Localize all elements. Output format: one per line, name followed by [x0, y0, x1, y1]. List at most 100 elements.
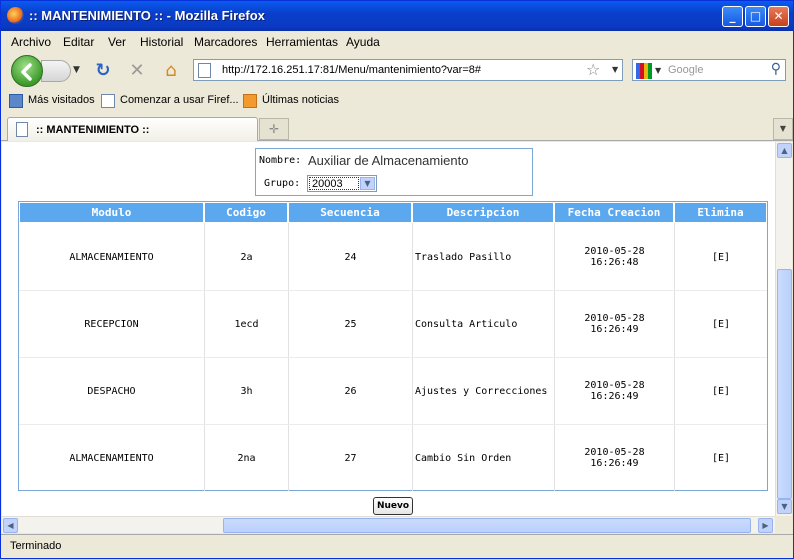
- maximize-button[interactable]: □: [745, 6, 766, 27]
- back-arrow-icon: [21, 63, 32, 81]
- cell-modulo: ALMACENAMIENTO: [69, 452, 154, 464]
- cell-codigo: 1ecd: [234, 318, 259, 330]
- new-tab-button[interactable]: ✛: [259, 118, 289, 140]
- vertical-scrollbar[interactable]: ▲ ▼: [775, 142, 792, 516]
- tab-list-dropdown-icon[interactable]: ▼: [773, 118, 793, 140]
- engine-dropdown-icon[interactable]: ▼: [655, 66, 661, 75]
- scroll-up-icon[interactable]: ▲: [777, 143, 792, 158]
- chevron-down-icon[interactable]: ▼: [360, 177, 375, 190]
- browser-window: :: MANTENIMIENTO :: - Mozilla Firefox _ …: [0, 0, 794, 559]
- horizontal-scroll-thumb[interactable]: [223, 518, 751, 533]
- fecha-date: 2010-05-28: [584, 313, 645, 324]
- modules-table: Modulo Codigo Secuencia Descripcion Fech…: [18, 201, 768, 491]
- url-text[interactable]: http://172.16.251.17:81/Menu/mantenimien…: [222, 64, 481, 76]
- grupo-select[interactable]: 20003 ▼: [307, 175, 377, 192]
- cell-descripcion: Ajustes y Correcciones: [415, 385, 548, 397]
- table-row: RECEPCION 1ecd 25 Consulta Articulo 2010…: [19, 291, 767, 357]
- delete-link[interactable]: [E]: [675, 358, 767, 424]
- menu-editar[interactable]: Editar: [63, 35, 94, 49]
- vertical-scroll-thumb[interactable]: [777, 269, 792, 499]
- fecha-time: 16:26:49: [590, 391, 639, 402]
- nombre-label: Nombre:: [259, 155, 302, 166]
- cell-modulo: RECEPCION: [84, 318, 139, 330]
- table-header: Modulo Codigo Secuencia Descripcion Fech…: [19, 202, 767, 223]
- fecha-date: 2010-05-28: [584, 380, 645, 391]
- navigation-toolbar: ▼ ↻ ✕ ⌂ http://172.16.251.17:81/Menu/man…: [1, 51, 793, 89]
- tab-mantenimiento[interactable]: :: MANTENIMIENTO ::: [7, 117, 258, 141]
- window-title: :: MANTENIMIENTO :: - Mozilla Firefox: [29, 8, 265, 23]
- cell-fecha-creacion: 2010-05-28 16:26:49: [555, 358, 674, 424]
- rss-feed-icon: [243, 94, 257, 108]
- bookmark-latest-news[interactable]: Últimas noticias: [262, 94, 339, 106]
- cell-modulo: DESPACHO: [87, 385, 136, 397]
- cell-descripcion: Traslado Pasillo: [415, 251, 512, 263]
- page-icon: [198, 63, 211, 78]
- scroll-down-icon[interactable]: ▼: [777, 499, 792, 514]
- forward-button[interactable]: [41, 60, 71, 82]
- firefox-icon: [7, 7, 24, 24]
- delete-link[interactable]: [E]: [675, 291, 767, 357]
- bookmarks-toolbar: Más visitados Comenzar a usar Firef... Ú…: [1, 90, 793, 112]
- page-content: Nombre: Auxiliar de Almacenamiento Grupo…: [2, 142, 775, 516]
- grupo-selected-value: 20003: [309, 177, 359, 190]
- tab-bar: :: MANTENIMIENTO :: ✛ ▼: [1, 114, 793, 141]
- reload-icon[interactable]: ↻: [93, 61, 113, 81]
- cell-secuencia: 24: [344, 251, 357, 263]
- grupo-label: Grupo:: [264, 178, 301, 189]
- most-visited-icon: [9, 94, 23, 108]
- bookmark-getting-started[interactable]: Comenzar a usar Firef...: [120, 94, 239, 106]
- cell-secuencia: 27: [344, 452, 357, 464]
- user-info-box: Nombre: Auxiliar de Almacenamiento Grupo…: [255, 148, 533, 196]
- header-elimina: Elimina: [675, 203, 766, 222]
- header-modulo: Modulo: [20, 203, 203, 222]
- horizontal-scrollbar[interactable]: ◀ ▶: [2, 516, 775, 533]
- cell-modulo: ALMACENAMIENTO: [69, 251, 154, 263]
- menu-archivo[interactable]: Archivo: [11, 35, 51, 49]
- cell-codigo: 3h: [240, 385, 253, 397]
- close-button[interactable]: ✕: [768, 6, 789, 27]
- minimize-button[interactable]: _: [722, 6, 743, 27]
- table-row: ALMACENAMIENTO 2a 24 Traslado Pasillo 20…: [19, 224, 767, 290]
- bookmark-most-visited[interactable]: Más visitados: [28, 94, 95, 106]
- fecha-time: 16:26:49: [590, 324, 639, 335]
- scrollbar-corner: [775, 516, 792, 533]
- title-bar: :: MANTENIMIENTO :: - Mozilla Firefox _ …: [1, 1, 793, 31]
- scroll-left-icon[interactable]: ◀: [3, 518, 18, 533]
- cell-secuencia: 26: [344, 385, 357, 397]
- nuevo-button[interactable]: Nuevo: [373, 497, 413, 515]
- header-descripcion: Descripcion: [413, 203, 553, 222]
- search-box[interactable]: ▼ Google ⚲: [632, 59, 786, 81]
- menu-herramientas[interactable]: Herramientas: [266, 35, 338, 49]
- address-bar[interactable]: http://172.16.251.17:81/Menu/mantenimien…: [193, 59, 623, 81]
- tab-label: :: MANTENIMIENTO ::: [36, 124, 150, 136]
- menu-marcadores[interactable]: Marcadores: [194, 35, 257, 49]
- status-text: Terminado: [10, 540, 62, 552]
- cell-fecha-creacion: 2010-05-28 16:26:49: [555, 425, 674, 491]
- search-icon[interactable]: ⚲: [771, 61, 781, 77]
- menu-bar: Archivo Editar Ver Historial Marcadores …: [1, 31, 793, 51]
- back-button[interactable]: [11, 55, 43, 87]
- stop-icon[interactable]: ✕: [127, 61, 147, 81]
- table-row: ALMACENAMIENTO 2na 27 Cambio Sin Orden 2…: [19, 425, 767, 491]
- history-dropdown-icon[interactable]: ▼: [73, 65, 80, 75]
- cell-fecha-creacion: 2010-05-28 16:26:48: [555, 224, 674, 290]
- table-row: DESPACHO 3h 26 Ajustes y Correcciones 20…: [19, 358, 767, 424]
- bookmark-star-icon[interactable]: ☆: [586, 60, 600, 79]
- home-icon[interactable]: ⌂: [161, 61, 181, 81]
- menu-historial[interactable]: Historial: [140, 35, 183, 49]
- cell-codigo: 2a: [240, 251, 253, 263]
- cell-descripcion: Cambio Sin Orden: [415, 452, 512, 464]
- scroll-right-icon[interactable]: ▶: [758, 518, 773, 533]
- delete-link[interactable]: [E]: [675, 224, 767, 290]
- menu-ver[interactable]: Ver: [108, 35, 126, 49]
- fecha-time: 16:26:49: [590, 458, 639, 469]
- delete-link[interactable]: [E]: [675, 425, 767, 491]
- menu-ayuda[interactable]: Ayuda: [346, 35, 380, 49]
- search-input[interactable]: Google: [668, 64, 703, 76]
- url-dropdown-icon[interactable]: ▼: [612, 65, 618, 74]
- cell-secuencia: 25: [344, 318, 357, 330]
- cell-descripcion: Consulta Articulo: [415, 318, 518, 330]
- header-secuencia: Secuencia: [289, 203, 411, 222]
- nombre-value: Auxiliar de Almacenamiento: [308, 153, 469, 168]
- google-icon[interactable]: [636, 63, 652, 79]
